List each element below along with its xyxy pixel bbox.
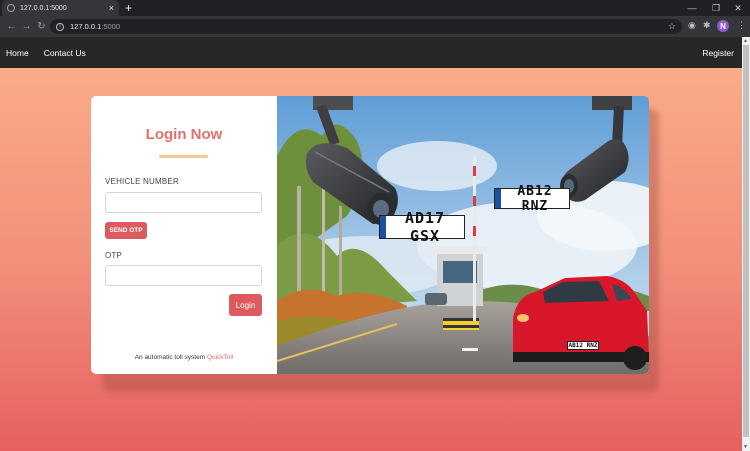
quicktoll-link[interactable]: QuickToll [207,354,233,361]
plate-3-text: AB12 RNZ [568,342,598,349]
nav-register-link[interactable]: Register [702,48,734,58]
title-underline [159,155,208,158]
browser-toolbar: ← → ↻ i 127.0.0.1 :5000 ☆ [0,16,750,37]
profile-avatar[interactable]: N [717,20,729,32]
back-arrow-icon[interactable]: ← [4,21,19,32]
tagline-text: An automatic toll system [134,354,207,361]
tab-title: 127.0.0.1:5000 [20,4,67,12]
site-navbar: Home Contact Us Register [0,37,742,68]
send-otp-button[interactable]: SEND OTP [105,222,147,239]
otp-label: OTP [105,251,123,260]
login-button[interactable]: Login [229,294,262,316]
license-plate-1: AD17 GSX [379,209,465,245]
url-port: :5000 [101,22,121,31]
star-icon[interactable]: ☆ [668,21,676,32]
tagline: An automatic toll system QuickToll [91,354,277,361]
forward-arrow-icon[interactable]: → [19,21,34,32]
scroll-up-icon[interactable]: ▲ [743,38,748,44]
login-title: Login Now [145,126,223,143]
plate-1-text: AD17 GSX [404,209,446,245]
scrollbar-thumb[interactable] [743,45,749,437]
globe-icon [7,4,15,12]
plate-2-text: AB12 RNZ [517,183,553,214]
nav-contact-link[interactable]: Contact Us [44,48,86,58]
tab-close-icon[interactable]: × [109,3,114,13]
toll-illustration: AD17 GSX AB12 RNZ AB12 RNZ [277,96,649,374]
window-close-icon[interactable]: ✕ [726,0,750,16]
info-icon[interactable]: i [56,22,64,31]
puzzle-icon[interactable]: ✱ [703,20,711,31]
minimize-icon[interactable]: — [680,0,704,16]
login-card: Login Now VEHICLE NUMBER SEND OTP OTP Lo… [91,96,649,374]
page-viewport: Home Contact Us Register Login Now VEHIC… [0,37,742,451]
scroll-down-icon[interactable]: ▼ [743,444,748,450]
new-tab-button[interactable]: + [125,1,132,15]
extension-icon[interactable]: ◉ [688,20,696,31]
license-plate-2: AB12 RNZ [494,184,570,214]
page-scrollbar[interactable]: ▲ ▼ [742,37,750,451]
car-license-plate: AB12 RNZ [567,341,599,350]
vehicle-number-input[interactable] [105,192,262,213]
browser-tab[interactable]: 127.0.0.1:5000 × [2,0,119,16]
browser-tab-strip: 127.0.0.1:5000 × + — ❐ ✕ [0,0,750,16]
reload-icon[interactable]: ↻ [34,21,49,32]
otp-input[interactable] [105,265,262,286]
vehicle-number-label: VEHICLE NUMBER [105,177,179,186]
url-host: 127.0.0.1 [70,22,102,31]
restore-icon[interactable]: ❐ [704,0,728,16]
login-form: Login Now VEHICLE NUMBER SEND OTP OTP Lo… [91,96,277,374]
address-bar[interactable]: i 127.0.0.1 :5000 ☆ [50,19,682,34]
menu-icon[interactable]: ⋮ [737,20,746,31]
nav-home-link[interactable]: Home [6,48,29,58]
